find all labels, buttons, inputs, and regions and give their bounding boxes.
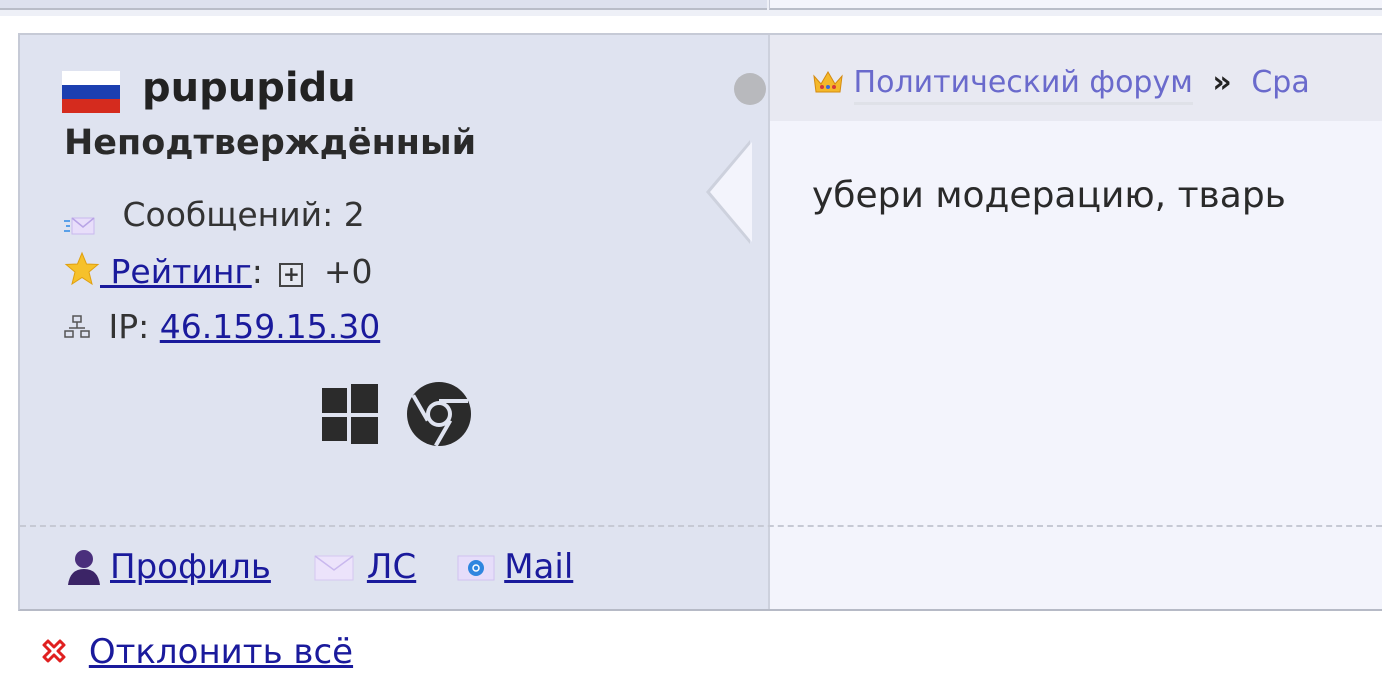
mail-link-label: Mail bbox=[504, 547, 574, 587]
ip-link[interactable]: 46.159.15.30 bbox=[160, 307, 380, 346]
rating-value: +0 bbox=[323, 252, 373, 291]
rating-separator: : bbox=[251, 252, 263, 291]
envelope-icon bbox=[314, 555, 354, 581]
chrome-icon bbox=[407, 382, 471, 447]
posts-label: Сообщений: bbox=[122, 195, 334, 234]
breadcrumb: Политический форум » Сра bbox=[812, 65, 1310, 105]
post-footer-divider bbox=[20, 525, 1382, 527]
author-panel: pupupidu Неподтверждённый Сообщений: 2 Р… bbox=[20, 35, 768, 609]
windows-icon bbox=[322, 384, 378, 444]
profile-link[interactable]: Профиль bbox=[64, 547, 271, 587]
post-pointer bbox=[710, 142, 752, 242]
star-icon bbox=[64, 251, 100, 286]
previous-author-edge bbox=[0, 0, 767, 10]
post-content: Политический форум » Сра убери модерацию… bbox=[768, 35, 1382, 609]
rating-plus-button[interactable]: + bbox=[279, 263, 304, 287]
reject-x-icon bbox=[42, 639, 66, 663]
author-username[interactable]: pupupidu bbox=[142, 65, 356, 111]
breadcrumb-separator: » bbox=[1212, 65, 1232, 100]
private-message-label: ЛС bbox=[366, 547, 417, 587]
ip-row: IP: 46.159.15.30 bbox=[64, 307, 380, 346]
client-icons bbox=[320, 381, 472, 447]
messages-envelope-icon bbox=[64, 206, 96, 234]
breadcrumb-subforum-link[interactable]: Сра bbox=[1251, 65, 1309, 100]
author-action-links: Профиль ЛС Mail bbox=[64, 547, 573, 587]
rating-link[interactable]: Рейтинг bbox=[64, 251, 252, 291]
user-icon bbox=[68, 550, 100, 585]
rating-link-label: Рейтинг bbox=[110, 252, 252, 291]
reject-all-row: Отклонить всё bbox=[40, 632, 353, 672]
post-message: убери модерацию, тварь bbox=[812, 175, 1286, 216]
russia-flag-icon bbox=[62, 71, 120, 113]
rating-row: Рейтинг: + +0 bbox=[64, 251, 373, 291]
email-icon bbox=[457, 555, 495, 581]
network-icon bbox=[64, 315, 90, 338]
author-status: Неподтверждённый bbox=[64, 123, 477, 163]
online-status-indicator bbox=[734, 73, 766, 105]
mail-link[interactable]: Mail bbox=[454, 547, 573, 587]
forum-post: pupupidu Неподтверждённый Сообщений: 2 Р… bbox=[18, 33, 1382, 611]
profile-link-label: Профиль bbox=[110, 547, 271, 587]
posts-count-row: Сообщений: 2 bbox=[64, 195, 365, 234]
reject-all-link[interactable]: Отклонить всё bbox=[89, 632, 353, 672]
ip-label: IP: bbox=[108, 307, 150, 346]
crown-icon bbox=[813, 71, 843, 93]
previous-content-edge bbox=[769, 0, 1382, 10]
posts-count: 2 bbox=[343, 195, 365, 234]
private-message-link[interactable]: ЛС bbox=[309, 547, 416, 587]
previous-post-edge bbox=[0, 0, 1382, 16]
breadcrumb-forum-link[interactable]: Политический форум bbox=[853, 65, 1193, 105]
